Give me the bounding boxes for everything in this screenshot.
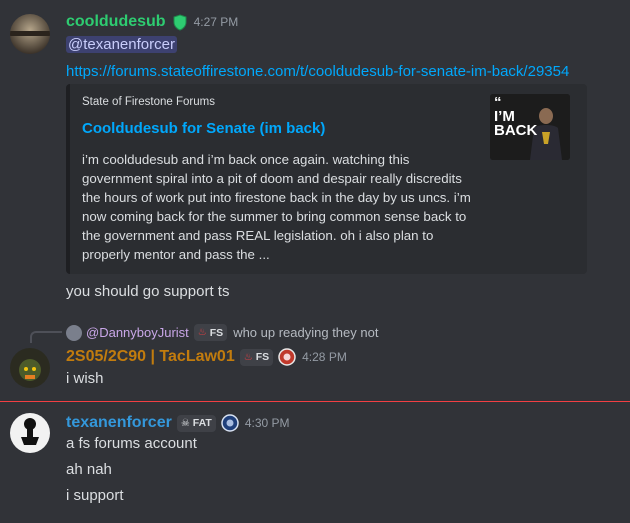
embed-desc-line: the hours of work put into firestone bac… (82, 190, 471, 205)
reply-tag-label: FS (209, 326, 224, 339)
new-messages-divider (0, 401, 630, 402)
shield-icon[interactable] (172, 13, 188, 31)
message-line: https://forums.stateoffirestone.com/t/co… (66, 62, 569, 82)
user-tag-label: FS (255, 351, 270, 363)
user-mention[interactable]: @texanenforcer (66, 36, 177, 53)
embed-desc-line: the government and pass REAL legislation… (82, 228, 434, 243)
embed-provider[interactable]: State of Firestone Forums (82, 96, 215, 108)
embed-description: i’m cooldudesub and i’m back once again.… (82, 150, 482, 264)
embed-thumbnail[interactable]: “ I’M BACK (490, 94, 570, 160)
chat-log: cooldudesub 4:27 PM @texanenforcer https… (0, 0, 630, 523)
embed-desc-line: i’m cooldudesub and i’m back once again.… (82, 152, 410, 167)
timestamp: 4:30 PM (244, 416, 290, 430)
embed-title[interactable]: Cooldudesub for Senate (im back) (82, 120, 325, 137)
message-line: i support (66, 487, 124, 504)
user-tag-label: FAT (192, 417, 212, 429)
timestamp: 4:28 PM (302, 350, 347, 364)
avatar[interactable] (10, 348, 50, 388)
avatar[interactable] (10, 14, 50, 54)
thumbnail-text: “ I’M BACK (494, 94, 538, 139)
seal-icon[interactable] (278, 348, 296, 366)
message-line: you should go support ts (66, 283, 230, 300)
link-embed: State of Firestone Forums Cooldudesub fo… (66, 84, 587, 274)
flame-icon: ♨ (243, 351, 253, 363)
username[interactable]: 2S05/2C90 | TacLaw01 (66, 348, 235, 366)
avatar[interactable] (10, 413, 50, 453)
username[interactable]: texanenforcer (66, 414, 172, 432)
reply-context[interactable]: @DannyboyJurist ♨ FS who up readying the… (66, 324, 378, 341)
message-line: i wish (66, 370, 104, 387)
seal-icon[interactable] (221, 414, 239, 432)
user-tag: ♨ FS (239, 348, 274, 366)
embed-desc-line: properly mentor and pass the ... (82, 247, 270, 262)
user-tag: ☠ FAT (176, 414, 216, 432)
username[interactable]: cooldudesub (66, 13, 166, 31)
timestamp: 4:27 PM (193, 15, 239, 29)
reply-preview[interactable]: who up readying they not (233, 325, 378, 340)
forum-link[interactable]: https://forums.stateoffirestone.com/t/co… (66, 63, 569, 80)
reply-author[interactable]: @DannyboyJurist (86, 325, 189, 340)
embed-desc-line: government spiral into a pit of doom and… (82, 171, 462, 186)
message-line: a fs forums account (66, 435, 197, 452)
flame-icon: ♨ (197, 327, 207, 338)
reply-avatar (66, 324, 82, 341)
embed-desc-line: now coming back for the summer to bring … (82, 209, 467, 224)
reply-spine (30, 331, 62, 343)
skull-icon: ☠ (180, 417, 190, 429)
message-line: ah nah (66, 461, 112, 478)
reply-tag: ♨ FS (193, 324, 228, 341)
message-line: @texanenforcer (66, 35, 177, 55)
